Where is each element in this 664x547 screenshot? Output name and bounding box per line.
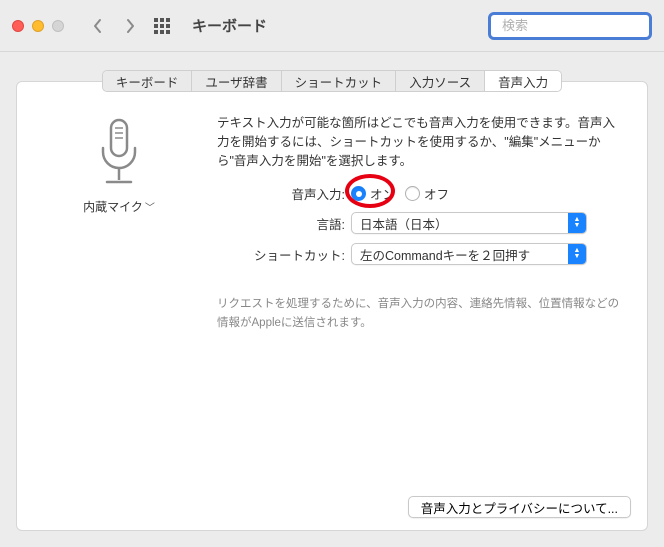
radio-off-label: オフ (424, 184, 449, 203)
voice-input-off-radio[interactable]: オフ (405, 184, 449, 203)
search-field[interactable] (488, 12, 652, 40)
tab-user-dict[interactable]: ユーザ辞書 (192, 71, 281, 91)
window-title: キーボード (192, 15, 267, 36)
radio-icon (405, 186, 420, 201)
tab-bar: キーボード ユーザ辞書 ショートカット 入力ソース 音声入力 (102, 70, 562, 92)
shortcut-label: ショートカット: (217, 245, 351, 264)
voice-input-row: 音声入力: オン オフ (217, 184, 625, 203)
language-value: 日本語（日本） (360, 214, 448, 233)
select-caret-icon (568, 244, 586, 264)
language-label: 言語: (217, 214, 351, 233)
tab-shortcut[interactable]: ショートカット (282, 71, 397, 91)
close-window-button[interactable] (12, 20, 24, 32)
minimize-window-button[interactable] (32, 20, 44, 32)
voice-input-label: 音声入力: (217, 184, 351, 203)
forward-button[interactable] (118, 14, 142, 38)
tab-keyboard[interactable]: キーボード (103, 71, 193, 91)
chevron-right-icon (124, 18, 136, 34)
back-button[interactable] (86, 14, 110, 38)
shortcut-value: 左のCommandキーを２回押す (360, 245, 530, 264)
grid-icon (154, 18, 170, 34)
panel: 内蔵マイク ﹀ テキスト入力が可能な箇所はどこでも音声入力を使用できます。音声入… (16, 81, 648, 531)
zoom-window-button[interactable] (52, 20, 64, 32)
chevron-left-icon (92, 18, 104, 34)
show-all-prefs-button[interactable] (150, 14, 174, 38)
microphone-section: 内蔵マイク ﹀ (39, 114, 199, 332)
privacy-note: リクエストを処理するために、音声入力の内容、連絡先情報、位置情報などの情報がAp… (217, 295, 625, 332)
language-row: 言語: 日本語（日本） (217, 212, 625, 234)
chevron-down-icon: ﹀ (145, 199, 155, 214)
microphone-select[interactable]: 内蔵マイク ﹀ (83, 198, 155, 215)
content: キーボード ユーザ辞書 ショートカット 入力ソース 音声入力 内蔵マイク (0, 52, 664, 547)
settings-column: テキスト入力が可能な箇所はどこでも音声入力を使用できます。音声入力を開始するには… (217, 114, 625, 332)
shortcut-select[interactable]: 左のCommandキーを２回押す (351, 243, 587, 265)
tab-voice-input[interactable]: 音声入力 (485, 71, 561, 91)
microphone-icon (89, 118, 149, 190)
voice-input-on-radio[interactable]: オン (351, 184, 395, 203)
privacy-button[interactable]: 音声入力とプライバシーについて... (408, 496, 631, 518)
window-controls (12, 20, 64, 32)
select-caret-icon (568, 213, 586, 233)
toolbar: キーボード (0, 0, 664, 52)
search-input[interactable] (502, 18, 664, 33)
tab-input-source[interactable]: 入力ソース (396, 71, 485, 91)
description-text: テキスト入力が可能な箇所はどこでも音声入力を使用できます。音声入力を開始するには… (217, 114, 625, 170)
microphone-label: 内蔵マイク (83, 198, 143, 215)
shortcut-row: ショートカット: 左のCommandキーを２回押す (217, 243, 625, 265)
radio-icon (351, 186, 366, 201)
radio-on-label: オン (370, 184, 395, 203)
voice-input-radio-group: オン オフ (351, 184, 449, 203)
language-select[interactable]: 日本語（日本） (351, 212, 587, 234)
